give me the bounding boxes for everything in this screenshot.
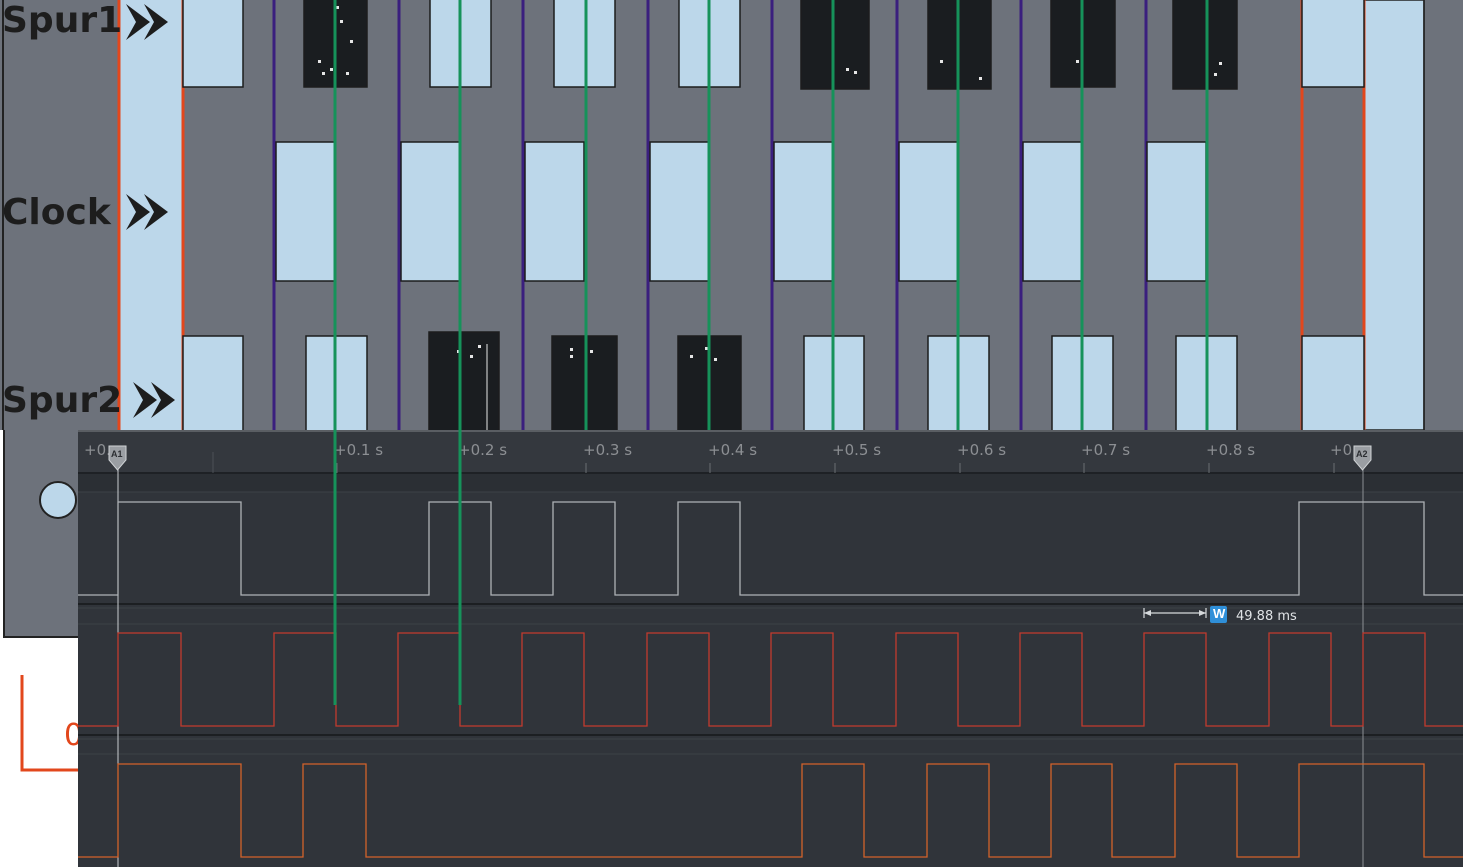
spur1-block	[303, 0, 368, 88]
spur1-block	[800, 0, 870, 90]
noise-dot	[570, 348, 573, 351]
spur1-block	[927, 0, 992, 90]
spur2-block	[803, 335, 865, 430]
marker-a1-label: A1	[111, 449, 123, 459]
noise-dot	[714, 358, 717, 361]
spur2-arrow-icon	[133, 382, 175, 418]
spur2-block	[182, 335, 244, 430]
tick-label: +0.3 s	[583, 441, 633, 459]
spur2-block	[677, 335, 742, 430]
spur2-block	[1175, 335, 1238, 430]
spur1-arrow-icon	[126, 4, 168, 40]
marker-a2-label: A2	[1356, 449, 1368, 459]
timeline-header[interactable]	[78, 430, 1463, 474]
signal-simulation-panel: Spur1 Clock Spur2	[0, 0, 1463, 430]
clock-label: Clock	[2, 192, 111, 233]
noise-dot	[336, 6, 339, 9]
noise-dot	[979, 77, 982, 80]
analyzer-canvas	[78, 430, 1463, 867]
logic-analyzer-view[interactable]: +0. +0.1 s +0.2 s +0.3 s +0.4 s +0.5 s +…	[78, 430, 1463, 867]
label-box-lower	[3, 430, 80, 638]
tick-label: +0.4 s	[708, 441, 758, 459]
noise-dot	[1219, 62, 1222, 65]
width-measurement-value: 49.88 ms	[1236, 609, 1297, 624]
tick-label: +0.1 s	[334, 441, 384, 459]
timeline-start-label: +0.	[84, 441, 111, 459]
noise-dot	[470, 355, 473, 358]
spur1-block	[1172, 0, 1238, 90]
marker-a1[interactable]: A1	[108, 445, 127, 471]
spur1-label: Spur1	[2, 0, 123, 41]
noise-dot	[590, 350, 593, 353]
spur2-block	[428, 331, 500, 430]
spur2-block	[1301, 335, 1365, 430]
spur2-block	[305, 335, 368, 430]
spur1-block	[182, 0, 244, 88]
panel-footer-area	[0, 430, 80, 667]
spur1-block	[678, 0, 741, 88]
clock-block	[1146, 141, 1207, 282]
tick-label: +0.5 s	[832, 441, 882, 459]
clock-block	[524, 141, 585, 282]
noise-dot	[1214, 73, 1217, 76]
spur2-block	[551, 335, 618, 430]
tick-label: +0.8 s	[1206, 441, 1256, 459]
spur2-block	[927, 335, 990, 430]
clock-block	[400, 141, 461, 282]
noise-dot	[318, 60, 321, 63]
spur2-label: Spur2	[2, 380, 123, 421]
noise-dot	[330, 68, 333, 71]
clock-block	[773, 141, 834, 282]
marker-a2[interactable]: A2	[1353, 445, 1372, 471]
record-button[interactable]	[39, 481, 77, 519]
clock-block	[1022, 141, 1083, 282]
noise-dot	[705, 347, 708, 350]
width-measurement-icon[interactable]: W	[1210, 606, 1227, 623]
noise-dot	[346, 72, 349, 75]
noise-dot	[322, 72, 325, 75]
noise-dot	[690, 355, 693, 358]
spur1-block	[553, 0, 616, 88]
clock-block	[649, 141, 710, 282]
bracket-annotation: 0	[20, 675, 78, 772]
spur1-block	[1050, 0, 1116, 88]
noise-dot	[340, 20, 343, 23]
noise-dot	[570, 355, 573, 358]
spur2-block	[1051, 335, 1114, 430]
noise-dot	[940, 60, 943, 63]
svg-text:0: 0	[64, 718, 78, 753]
noise-dot	[350, 40, 353, 43]
signal-canvas	[0, 0, 1463, 430]
clock-block	[898, 141, 959, 282]
reference-strip-right	[1363, 0, 1425, 430]
clock-arrow-icon	[126, 194, 168, 230]
spur1-block	[1301, 0, 1365, 88]
tick-label: +0.7 s	[1081, 441, 1131, 459]
noise-dot	[854, 71, 857, 74]
tick-label: +0.6 s	[957, 441, 1007, 459]
tick-label: +0.2 s	[458, 441, 508, 459]
spur1-block	[429, 0, 492, 88]
noise-dot	[478, 345, 481, 348]
noise-dot	[457, 350, 460, 353]
noise-dot	[846, 68, 849, 71]
noise-dot	[1076, 60, 1079, 63]
clock-block	[275, 141, 336, 282]
